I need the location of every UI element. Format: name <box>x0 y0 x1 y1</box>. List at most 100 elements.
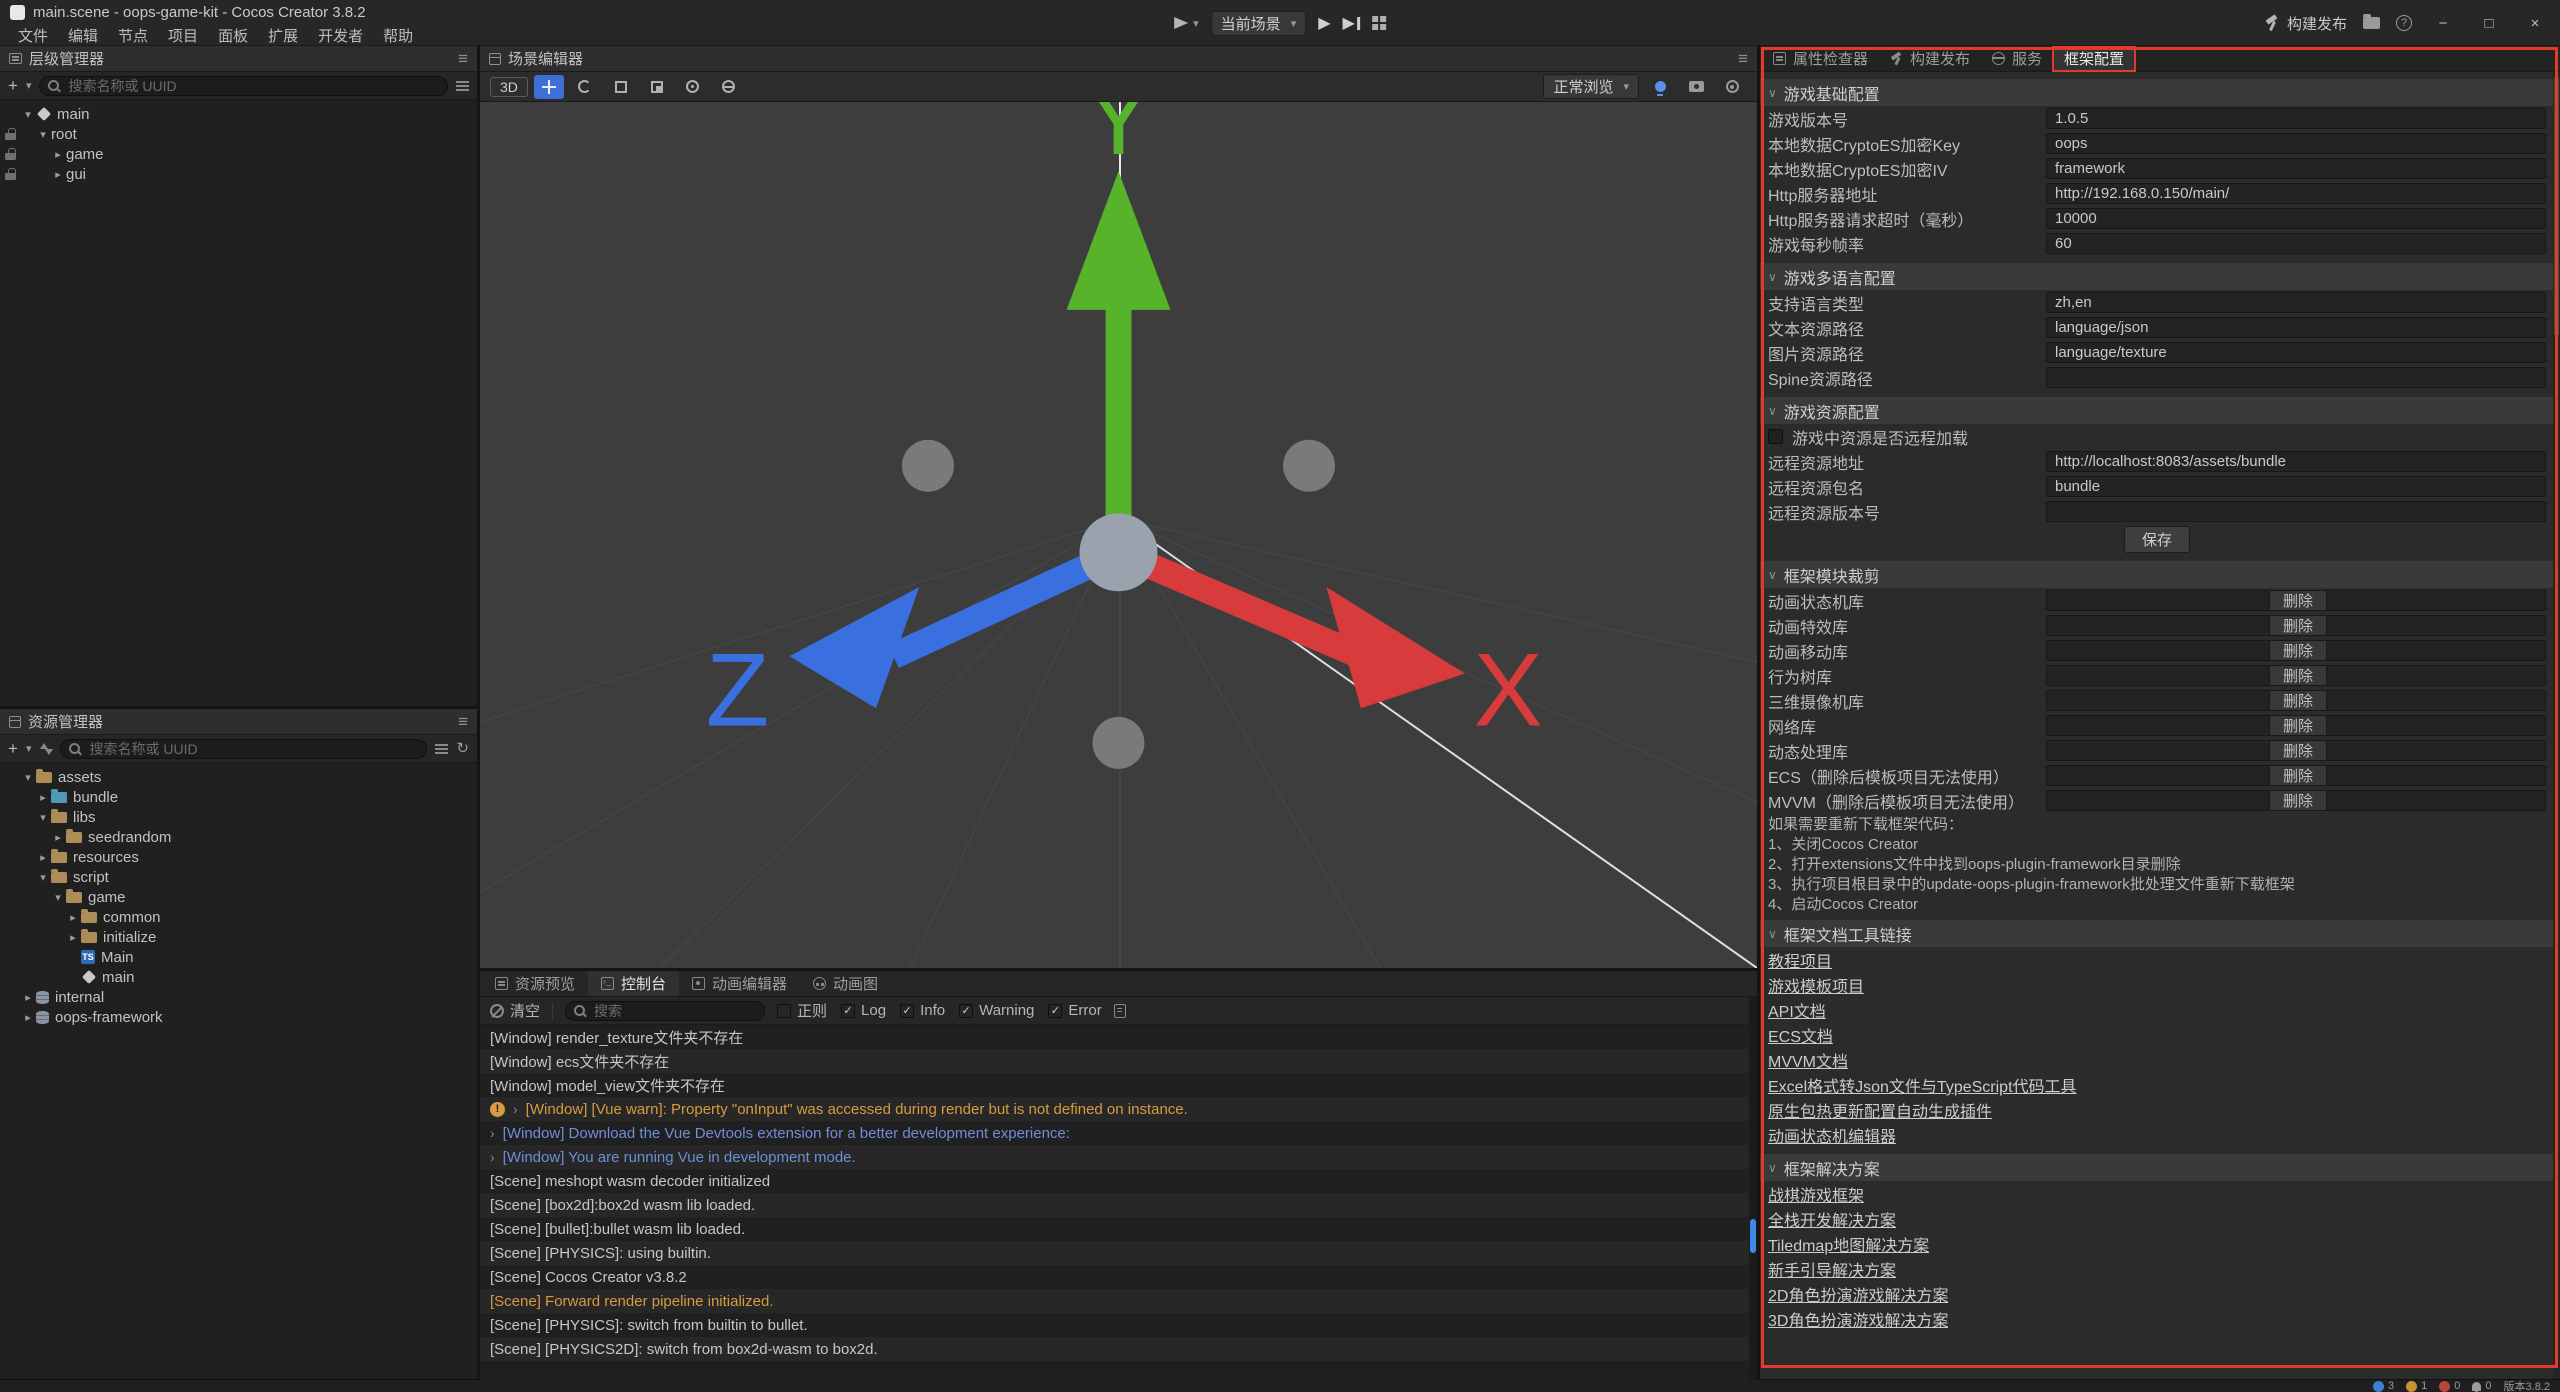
collapse-all-icon[interactable] <box>435 744 448 746</box>
notification-badge[interactable]: 0 <box>2472 1380 2491 1392</box>
console-log-row[interactable]: ! › [Scene] [box2d]:box2d wasm lib loade… <box>480 1193 1757 1217</box>
menu-item[interactable]: 帮助 <box>373 25 423 46</box>
inspector-scrollbar[interactable] <box>2553 72 2560 1379</box>
asset-tree-item[interactable]: libs <box>0 807 477 827</box>
inspector-row[interactable]: ∨ 动画状态机库 删除 删除 <box>1760 588 2560 613</box>
inspector-row[interactable]: ∨ 本地数据CryptoES加密IV framework <box>1760 156 2560 181</box>
menu-item[interactable]: 开发者 <box>308 25 373 46</box>
view-mode-select[interactable]: 正常浏览 ▾ <box>1543 74 1639 99</box>
scrollbar-thumb[interactable] <box>1750 1219 1756 1253</box>
console-filter-checkbox[interactable]: 正则 <box>777 1000 827 1021</box>
inspector-tab[interactable]: 框架配置 <box>2053 46 2135 71</box>
asset-tree-item[interactable]: assets <box>0 767 477 787</box>
inspector-row[interactable]: ∨ 三维摄像机库 删除 删除 <box>1760 688 2560 713</box>
inspector-row[interactable]: ∨ 远程资源版本号 <box>1760 499 2560 524</box>
scrollbar-thumb[interactable] <box>2554 76 2559 336</box>
hierarchy-tree-item[interactable]: gui <box>0 164 477 184</box>
log-export-icon[interactable] <box>1114 1004 1126 1018</box>
menu-item[interactable]: 节点 <box>108 25 158 46</box>
log-expander-icon[interactable]: › <box>490 1125 495 1141</box>
inspector-row[interactable]: ∨ Http服务器请求超时（毫秒） 10000 <box>1760 206 2560 231</box>
asset-tree-item[interactable]: bundle <box>0 787 477 807</box>
inspector-row[interactable]: ∨ 游戏每秒帧率 60 <box>1760 231 2560 256</box>
inspector-row[interactable]: ∨ 教程项目 <box>1760 947 2560 972</box>
inspector-row[interactable]: ∨ 动态处理库 删除 删除 <box>1760 738 2560 763</box>
error-count-badge[interactable]: 0 <box>2439 1380 2460 1392</box>
field-input[interactable] <box>2046 501 2546 522</box>
inspector-row[interactable]: ∨ Excel格式转Json文件与TypeScript代码工具 <box>1760 1072 2560 1097</box>
delete-button[interactable]: 删除 <box>2269 791 2327 810</box>
expander-icon[interactable] <box>20 771 36 784</box>
inspector-row[interactable]: ∨ 框架文档工具链接 <box>1760 920 2560 947</box>
hierarchy-search-input[interactable] <box>66 77 439 95</box>
inspector-row[interactable]: ∨ MVVM（删除后模板项目无法使用） 删除 删除 <box>1760 788 2560 813</box>
expander-icon[interactable] <box>35 871 51 884</box>
save-button[interactable]: 保存 <box>2124 526 2190 553</box>
field-input[interactable]: oops <box>2046 133 2546 154</box>
orientation-gizmo[interactable]: Y X Z <box>480 102 1757 968</box>
warning-count-badge[interactable]: 1 <box>2406 1380 2427 1392</box>
create-node-button[interactable]: + <box>8 77 18 94</box>
build-publish-button[interactable]: 构建发布 <box>2264 13 2347 34</box>
scene-select[interactable]: 当前场景 ▾ <box>1211 11 1307 36</box>
asset-tree-item[interactable]: Main <box>0 947 477 967</box>
inspector-row[interactable]: ∨ 动画状态机编辑器 <box>1760 1122 2560 1147</box>
rect-tool-button[interactable] <box>606 75 636 99</box>
field-input[interactable]: http://192.168.0.150/main/ <box>2046 183 2546 204</box>
info-count-badge[interactable]: 3 <box>2373 1380 2394 1392</box>
inspector-row[interactable]: ∨ 框架解决方案 <box>1760 1154 2560 1181</box>
refresh-icon[interactable]: ↻ <box>456 741 469 756</box>
console-log-row[interactable]: ! › [Scene] [PHYSICS]: using builtin. <box>480 1241 1757 1265</box>
inspector-row[interactable]: ∨ 游戏版本号 1.0.5 <box>1760 106 2560 131</box>
remote-load-checkbox[interactable] <box>1768 429 1783 444</box>
expander-icon[interactable] <box>50 148 66 161</box>
inspector-row[interactable]: ∨ 2D角色扮演游戏解决方案 <box>1760 1281 2560 1306</box>
console-log-row[interactable]: ! › [Scene] Forward render pipeline init… <box>480 1289 1757 1313</box>
inspector-row[interactable]: ∨ Spine资源路径 <box>1760 365 2560 390</box>
console-log-row[interactable]: ! › [Scene] Cocos Creator v3.8.2 <box>480 1265 1757 1289</box>
field-input[interactable] <box>2046 367 2546 388</box>
field-input[interactable]: zh,en <box>2046 292 2546 313</box>
expander-icon[interactable] <box>65 931 81 944</box>
filter-icon[interactable] <box>456 81 469 83</box>
field-input[interactable]: bundle <box>2046 476 2546 497</box>
help-icon[interactable] <box>2396 15 2412 31</box>
expander-icon[interactable] <box>50 168 66 181</box>
console-tab[interactable]: 资源预览 <box>482 971 588 996</box>
console-log-row[interactable]: ! › [Window] You are running Vue in deve… <box>480 1145 1757 1169</box>
preview-target-button[interactable]: ▾ <box>1174 17 1199 30</box>
menu-item[interactable]: 面板 <box>208 25 258 46</box>
layout-grid-icon[interactable] <box>1372 16 1386 30</box>
console-log-row[interactable]: ! › [Window] render_texture文件夹不存在 <box>480 1025 1757 1049</box>
expander-icon[interactable] <box>65 911 81 924</box>
menu-item[interactable]: 文件 <box>8 25 58 46</box>
inspector-row[interactable]: ∨ 全栈开发解决方案 <box>1760 1206 2560 1231</box>
field-input[interactable]: http://localhost:8083/assets/bundle <box>2046 451 2546 472</box>
inspector-row[interactable]: ∨ 新手引导解决方案 <box>1760 1256 2560 1281</box>
delete-button[interactable]: 删除 <box>2269 741 2327 760</box>
expander-icon[interactable] <box>35 128 51 141</box>
inspector-row[interactable]: ∨ 框架模块裁剪 <box>1760 561 2560 588</box>
delete-button[interactable]: 删除 <box>2269 716 2327 735</box>
console-log-row[interactable]: ! › [Window] Download the Vue Devtools e… <box>480 1121 1757 1145</box>
create-asset-button[interactable]: + <box>8 740 18 757</box>
panel-menu-icon[interactable]: ≡ <box>458 49 468 69</box>
field-input[interactable]: 60 <box>2046 233 2546 254</box>
window-maximize-button[interactable]: □ <box>2474 15 2504 32</box>
inspector-row[interactable]: ∨ 远程资源地址 http://localhost:8083/assets/bu… <box>1760 449 2560 474</box>
console-search[interactable] <box>565 1001 765 1021</box>
inspector-row[interactable]: ∨ 行为树库 删除 删除 <box>1760 663 2560 688</box>
panel-menu-icon[interactable]: ≡ <box>1738 49 1748 69</box>
inspector-row[interactable]: ∨ 动画移动库 删除 删除 <box>1760 638 2560 663</box>
scene-viewport[interactable]: Y X Z <box>480 102 1757 968</box>
move-tool-button[interactable] <box>534 75 564 99</box>
scene-light-toggle[interactable] <box>1645 75 1675 99</box>
asset-tree-item[interactable]: internal <box>0 987 477 1007</box>
assets-search-input[interactable] <box>87 740 418 758</box>
scale-tool-button[interactable] <box>642 75 672 99</box>
inspector-row[interactable]: ∨ 支持语言类型 zh,en <box>1760 290 2560 315</box>
inspector-row[interactable]: ∨ 游戏模板项目 <box>1760 972 2560 997</box>
console-scrollbar[interactable] <box>1749 997 1757 1380</box>
console-log-row[interactable]: ! › [Window] model_view文件夹不存在 <box>480 1073 1757 1097</box>
inspector-row[interactable]: ∨ 3D角色扮演游戏解决方案 <box>1760 1306 2560 1331</box>
